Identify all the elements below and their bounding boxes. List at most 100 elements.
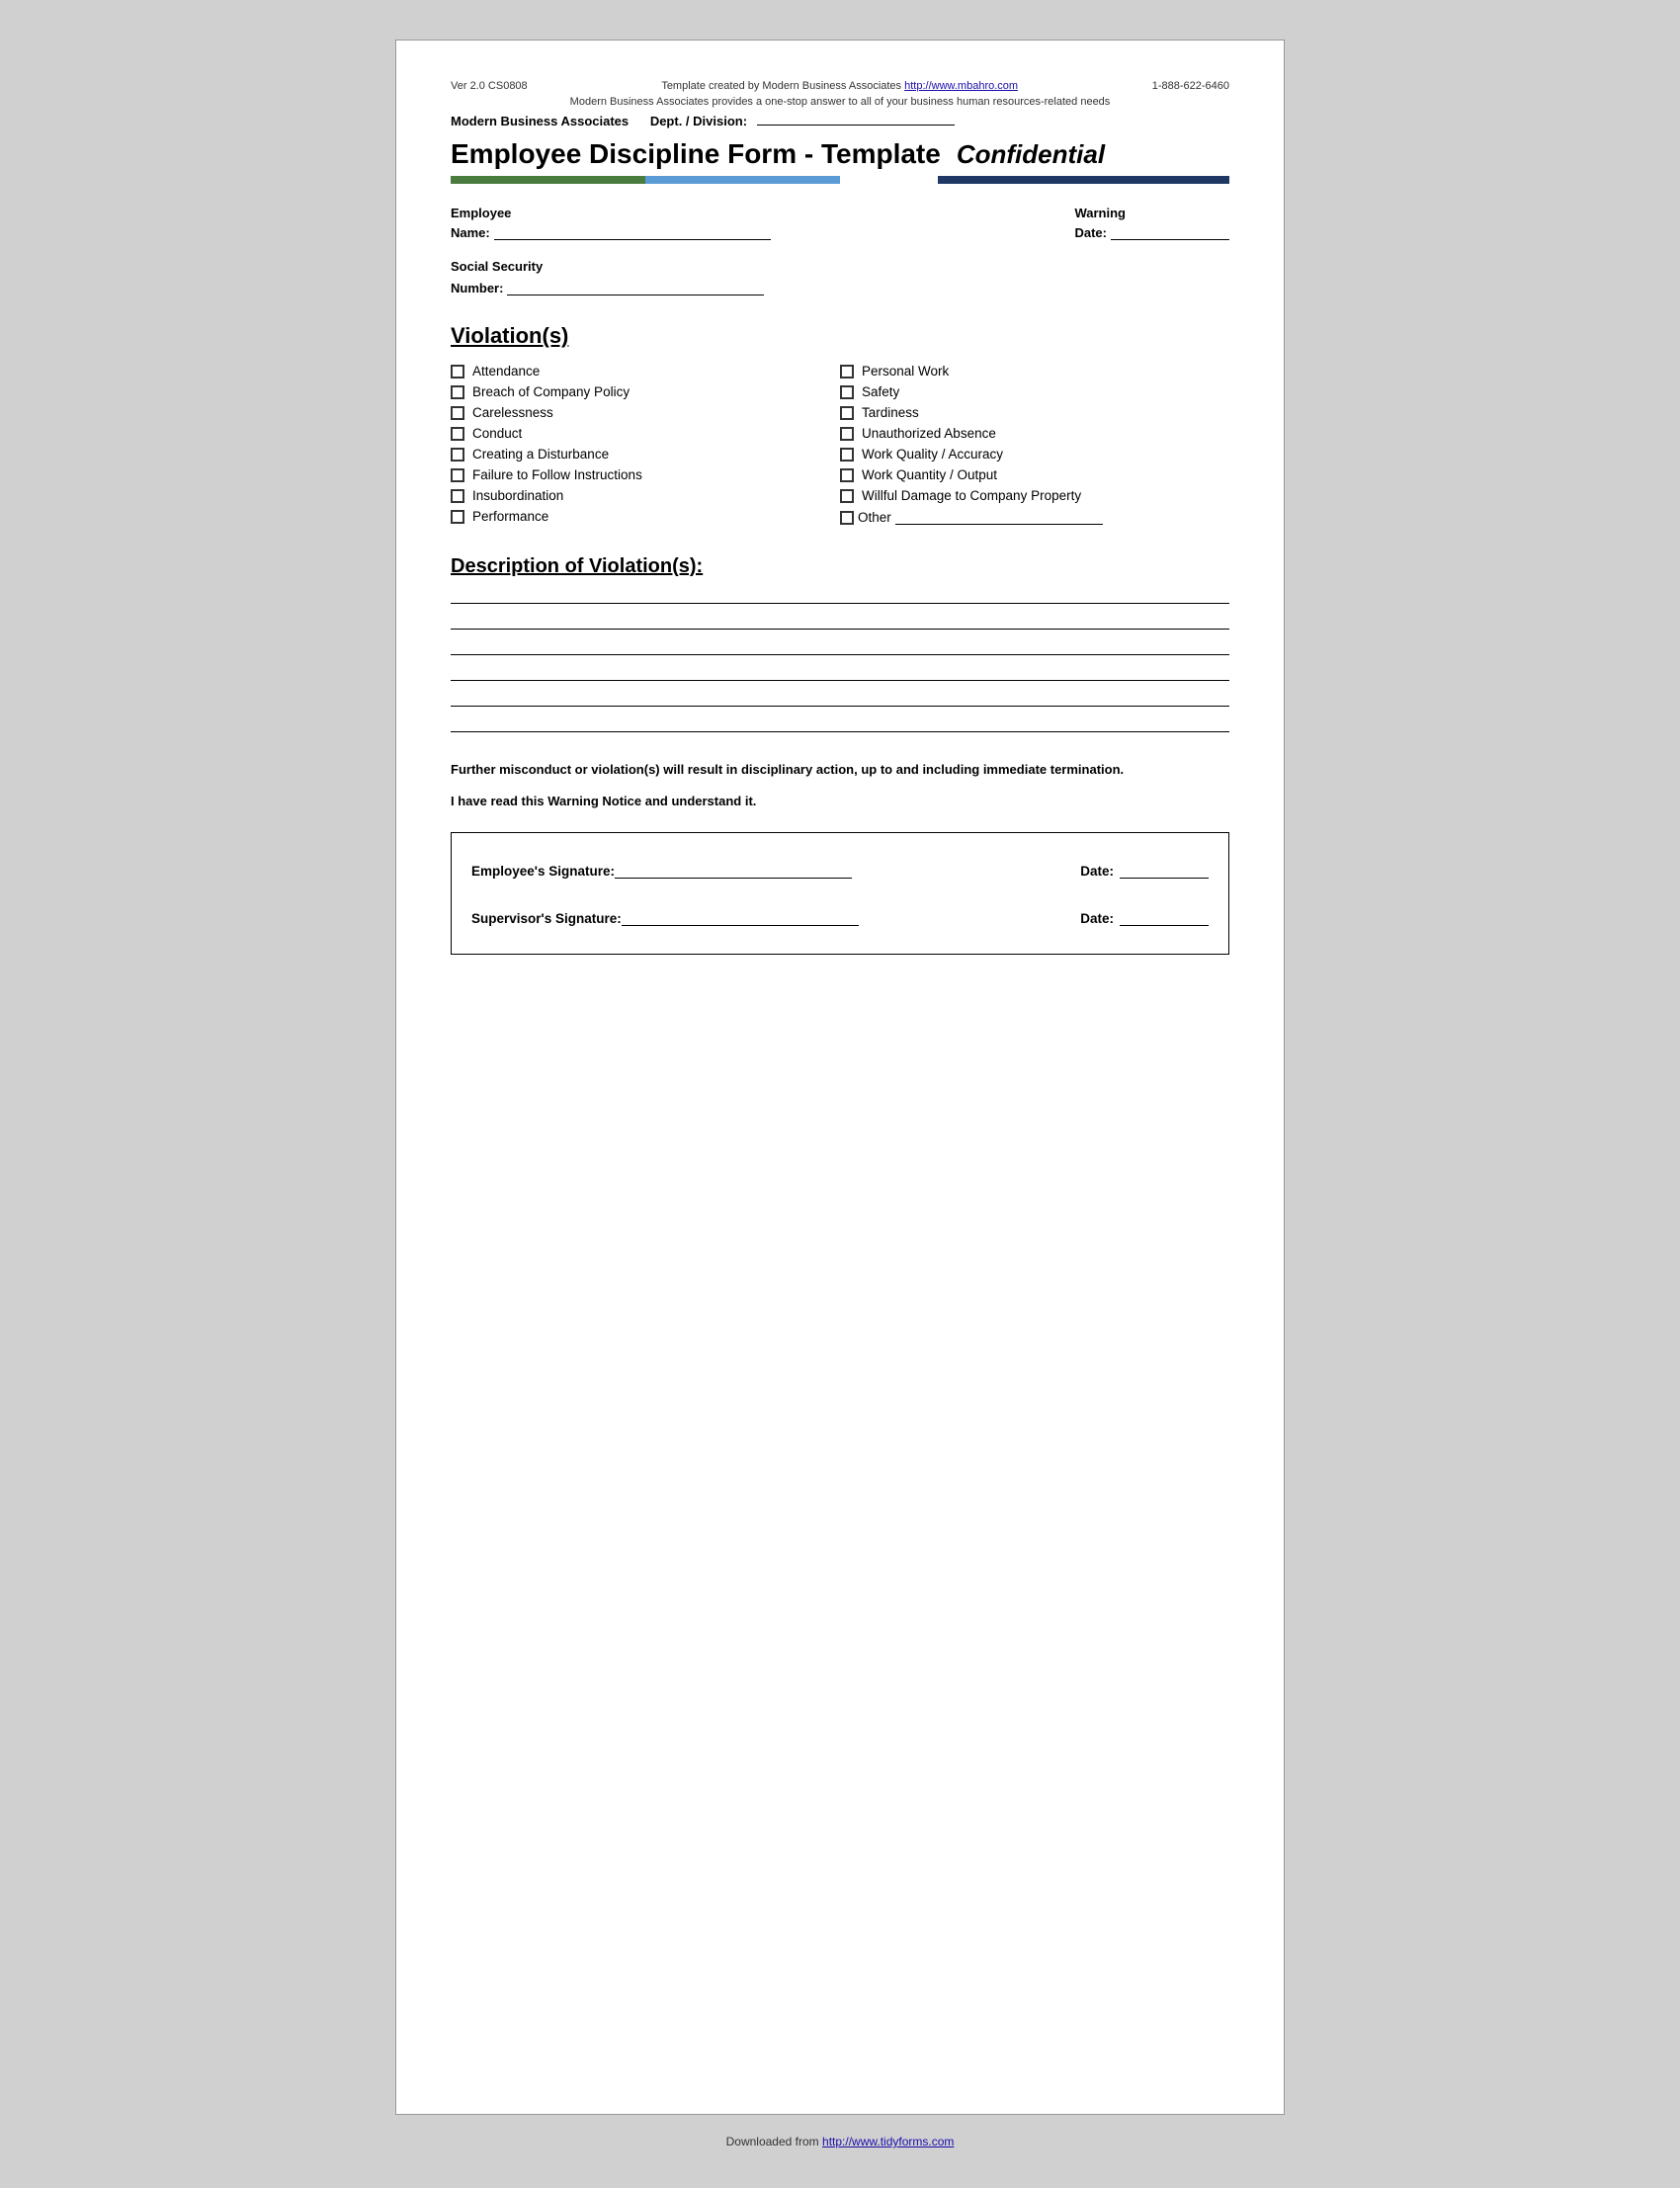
checkbox-work-quantity[interactable]	[840, 468, 854, 482]
bar-blue-dark	[938, 176, 1230, 184]
desc-line-5[interactable]	[451, 705, 1229, 707]
violation-tardiness-label: Tardiness	[862, 405, 919, 420]
signature-box: Employee's Signature: Date: Supervisor's…	[451, 832, 1229, 955]
violation-carelessness-label: Carelessness	[472, 405, 553, 420]
violation-unauthorized-absence: Unauthorized Absence	[840, 423, 1229, 444]
violation-work-quality: Work Quality / Accuracy	[840, 444, 1229, 464]
ssn-line: Number:	[451, 278, 1229, 295]
employee-name-block: Employee Name:	[451, 206, 771, 240]
checkbox-insubordination[interactable]	[451, 489, 464, 503]
employee-sig-label: Employee's Signature:	[471, 861, 852, 879]
violations-title: Violation(s)	[451, 323, 1229, 349]
violation-performance-label: Performance	[472, 509, 548, 524]
employee-sig-field[interactable]	[615, 861, 852, 879]
footer-link[interactable]: http://www.tidyforms.com	[822, 2135, 954, 2148]
checkbox-carelessness[interactable]	[451, 406, 464, 420]
supervisor-date-field[interactable]	[1120, 908, 1209, 926]
desc-line-3[interactable]	[451, 653, 1229, 655]
employee-name-field[interactable]	[494, 222, 771, 240]
employee-name-sublabel: Name:	[451, 225, 490, 240]
description-lines	[451, 602, 1229, 732]
checkbox-attendance[interactable]	[451, 365, 464, 379]
desc-line-6[interactable]	[451, 730, 1229, 732]
bar-blue-light	[645, 176, 840, 184]
violation-conduct-label: Conduct	[472, 426, 522, 441]
company-name: Modern Business Associates	[451, 114, 629, 128]
further-misconduct-text: Further misconduct or violation(s) will …	[451, 760, 1229, 780]
violations-right-column: Personal Work Safety Tardiness Unauthori…	[840, 361, 1229, 528]
violation-personal-work-label: Personal Work	[862, 364, 949, 379]
violation-failure-label: Failure to Follow Instructions	[472, 467, 642, 482]
supervisor-date-label: Date:	[1080, 911, 1114, 926]
violation-disturbance-label: Creating a Disturbance	[472, 447, 609, 462]
confidential-label: Confidential	[957, 139, 1105, 170]
supervisor-sig-date: Date:	[1080, 908, 1209, 926]
ssn-field[interactable]	[507, 278, 764, 295]
violation-safety-label: Safety	[862, 384, 899, 399]
violations-left-column: Attendance Breach of Company Policy Care…	[451, 361, 840, 528]
violation-breach: Breach of Company Policy	[451, 381, 840, 402]
dept-value	[757, 125, 955, 126]
employee-section: Employee Name: Warning Date:	[451, 206, 1229, 240]
employee-sig-text: Employee's Signature:	[471, 864, 615, 879]
checkbox-tardiness[interactable]	[840, 406, 854, 420]
template-text: Template created by Modern Business Asso…	[661, 80, 901, 92]
bar-white	[840, 176, 938, 184]
violation-failure: Failure to Follow Instructions	[451, 464, 840, 485]
violation-work-quantity-label: Work Quantity / Output	[862, 467, 997, 482]
warning-date-line: Date:	[1074, 222, 1229, 240]
checkbox-failure[interactable]	[451, 468, 464, 482]
dept-label: Dept. / Division:	[650, 114, 747, 128]
description-title: Description of Violation(s):	[451, 555, 1229, 578]
checkbox-disturbance[interactable]	[451, 448, 464, 462]
warning-date-field[interactable]	[1111, 222, 1229, 240]
checkbox-breach[interactable]	[451, 385, 464, 399]
color-bar	[451, 176, 1229, 184]
violations-grid: Attendance Breach of Company Policy Care…	[451, 361, 1229, 528]
checkbox-safety[interactable]	[840, 385, 854, 399]
other-field-value[interactable]	[895, 509, 1103, 525]
phone-number: 1-888-622-6460	[1152, 80, 1229, 92]
violation-work-quality-label: Work Quality / Accuracy	[862, 447, 1003, 462]
supervisor-sig-label: Supervisor's Signature:	[471, 908, 859, 926]
checkbox-work-quality[interactable]	[840, 448, 854, 462]
header-center: Template created by Modern Business Asso…	[538, 80, 1142, 92]
violation-insubordination: Insubordination	[451, 485, 840, 506]
warning-date-sublabel: Date:	[1074, 225, 1107, 240]
footer: Downloaded from http://www.tidyforms.com	[726, 2135, 955, 2148]
desc-line-2[interactable]	[451, 628, 1229, 630]
violation-work-quantity: Work Quantity / Output	[840, 464, 1229, 485]
violation-willful-damage: Willful Damage to Company Property	[840, 485, 1229, 506]
violation-personal-work: Personal Work	[840, 361, 1229, 381]
violation-conduct: Conduct	[451, 423, 840, 444]
desc-line-4[interactable]	[451, 679, 1229, 681]
employee-label: Employee	[451, 206, 771, 220]
checkbox-unauthorized-absence[interactable]	[840, 427, 854, 441]
violation-disturbance: Creating a Disturbance	[451, 444, 840, 464]
read-notice-text: I have read this Warning Notice and unde…	[451, 794, 1229, 808]
checkbox-other[interactable]	[840, 511, 854, 525]
checkbox-personal-work[interactable]	[840, 365, 854, 379]
supervisor-sig-field[interactable]	[622, 908, 859, 926]
title-row: Employee Discipline Form - Template Conf…	[451, 138, 1229, 170]
main-title: Employee Discipline Form - Template	[451, 138, 941, 170]
supervisor-sig-row: Supervisor's Signature: Date:	[471, 898, 1209, 936]
warning-date-block: Warning Date:	[1074, 206, 1229, 240]
employee-date-field[interactable]	[1120, 861, 1209, 879]
checkbox-conduct[interactable]	[451, 427, 464, 441]
dept-line: Modern Business Associates Dept. / Divis…	[451, 114, 1229, 128]
violation-willful-damage-label: Willful Damage to Company Property	[862, 488, 1081, 503]
version-label: Ver 2.0 CS0808	[451, 80, 528, 92]
ssn-sublabel: Number:	[451, 281, 503, 295]
employee-name-line: Name:	[451, 222, 771, 240]
desc-line-1[interactable]	[451, 602, 1229, 604]
ssn-section: Social Security Number:	[451, 258, 1229, 295]
tagline: Modern Business Associates provides a on…	[451, 96, 1229, 108]
website-link[interactable]: http://www.mbahro.com	[904, 80, 1018, 92]
checkbox-willful-damage[interactable]	[840, 489, 854, 503]
header-top: Ver 2.0 CS0808 Template created by Moder…	[451, 80, 1229, 92]
bar-green	[451, 176, 645, 184]
violation-other: Other	[840, 506, 1229, 528]
checkbox-performance[interactable]	[451, 510, 464, 524]
supervisor-sig-text: Supervisor's Signature:	[471, 911, 622, 926]
